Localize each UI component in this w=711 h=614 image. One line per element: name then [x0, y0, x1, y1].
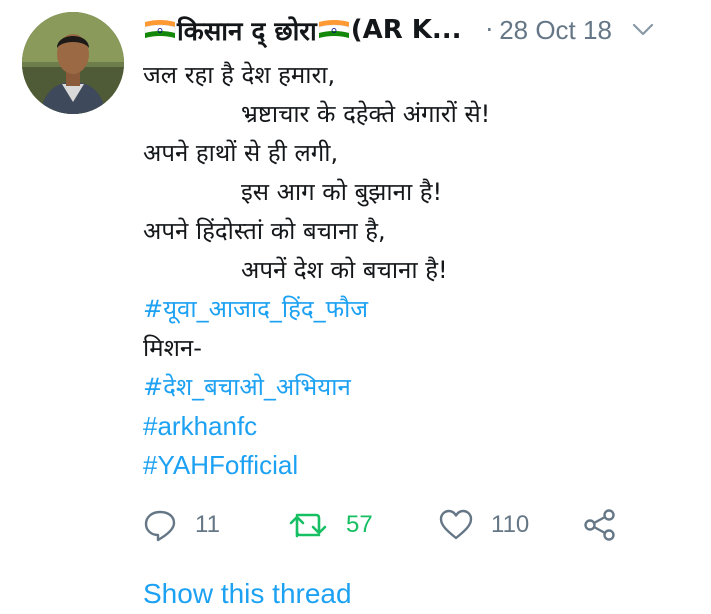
display-name-suffix[interactable]: (AR K...	[351, 15, 462, 45]
heart-icon	[439, 509, 473, 541]
hashtag-link[interactable]: #यूवा_आजाद_हिंद_फौज	[143, 290, 703, 329]
tweet-line: भ्रष्टाचार के दहेक्ते अंगारों से!	[241, 100, 491, 128]
hashtag-link[interactable]: #YAHFofficial	[143, 446, 703, 485]
share-icon	[583, 508, 617, 542]
tweet-header: किसान द् छोरा (AR K... · 28 Oct 18	[143, 10, 693, 50]
tweet-text: जल रहा है देश हमारा, भ्रष्टाचार के दहेक्…	[143, 56, 703, 485]
hashtag-link[interactable]: #arkhanfc	[143, 407, 703, 446]
tweet-line: अपने हाथों से ही लगी,	[143, 139, 339, 167]
tweet-line: अपने हिंदोस्तां को बचाना है,	[143, 217, 386, 245]
avatar[interactable]	[22, 12, 124, 114]
tweet-actions: 11 57 110	[143, 505, 643, 545]
tweet-line: जल रहा है देश हमारा,	[143, 61, 336, 89]
retweet-count: 57	[346, 511, 373, 538]
like-count: 110	[491, 511, 530, 538]
display-name[interactable]: किसान द् छोरा	[177, 12, 317, 48]
india-flag-icon	[317, 18, 351, 42]
hashtag-link[interactable]: #देश_बचाओ_अभियान	[143, 368, 703, 407]
tweet-line: इस आग को बुझाना है!	[241, 178, 443, 206]
tweet-line: अपनें देश को बचाना है!	[241, 256, 448, 284]
reply-icon	[143, 508, 177, 542]
tweet-date[interactable]: 28 Oct 18	[499, 15, 612, 46]
separator-dot: ·	[485, 16, 494, 44]
show-thread-link[interactable]: Show this thread	[143, 578, 352, 610]
reply-count: 11	[195, 511, 220, 538]
chevron-down-icon[interactable]	[632, 23, 654, 37]
retweet-button[interactable]: 57	[288, 505, 373, 545]
share-button[interactable]	[583, 505, 617, 545]
india-flag-icon	[143, 18, 177, 42]
mission-label: मिशन-	[143, 334, 202, 362]
reply-button[interactable]: 11	[143, 505, 220, 545]
like-button[interactable]: 110	[439, 505, 529, 545]
retweet-icon	[288, 508, 328, 542]
